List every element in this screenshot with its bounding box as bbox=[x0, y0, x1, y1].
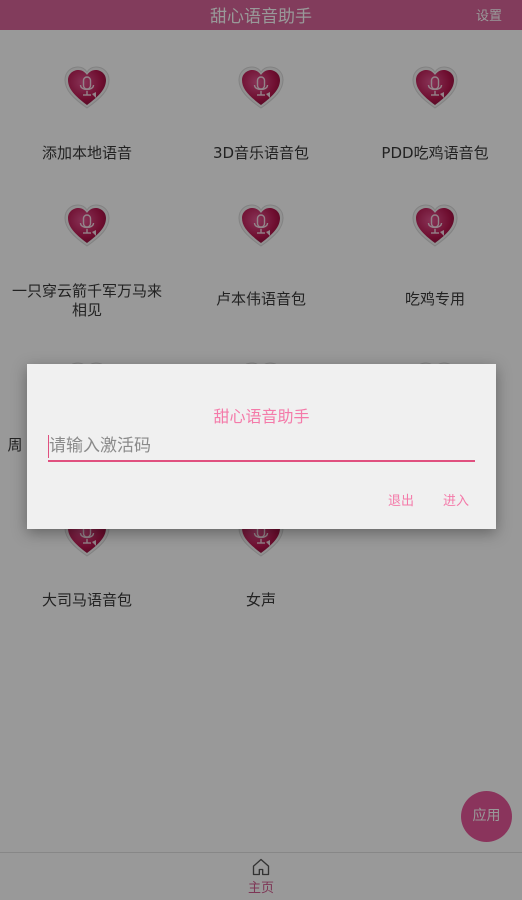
exit-button[interactable]: 退出 bbox=[388, 490, 414, 509]
activation-code-input[interactable] bbox=[48, 432, 475, 462]
dialog-title: 甜心语音助手 bbox=[213, 407, 310, 426]
activation-dialog: 甜心语音助手 退出 进入 bbox=[27, 364, 496, 529]
text-caret bbox=[48, 435, 49, 458]
enter-button[interactable]: 进入 bbox=[443, 490, 469, 509]
app-root: 甜心语音助手 设置 添加本地语音 3D音乐语音包 PDD吃鸡语音包 一只穿云箭千… bbox=[0, 0, 522, 900]
